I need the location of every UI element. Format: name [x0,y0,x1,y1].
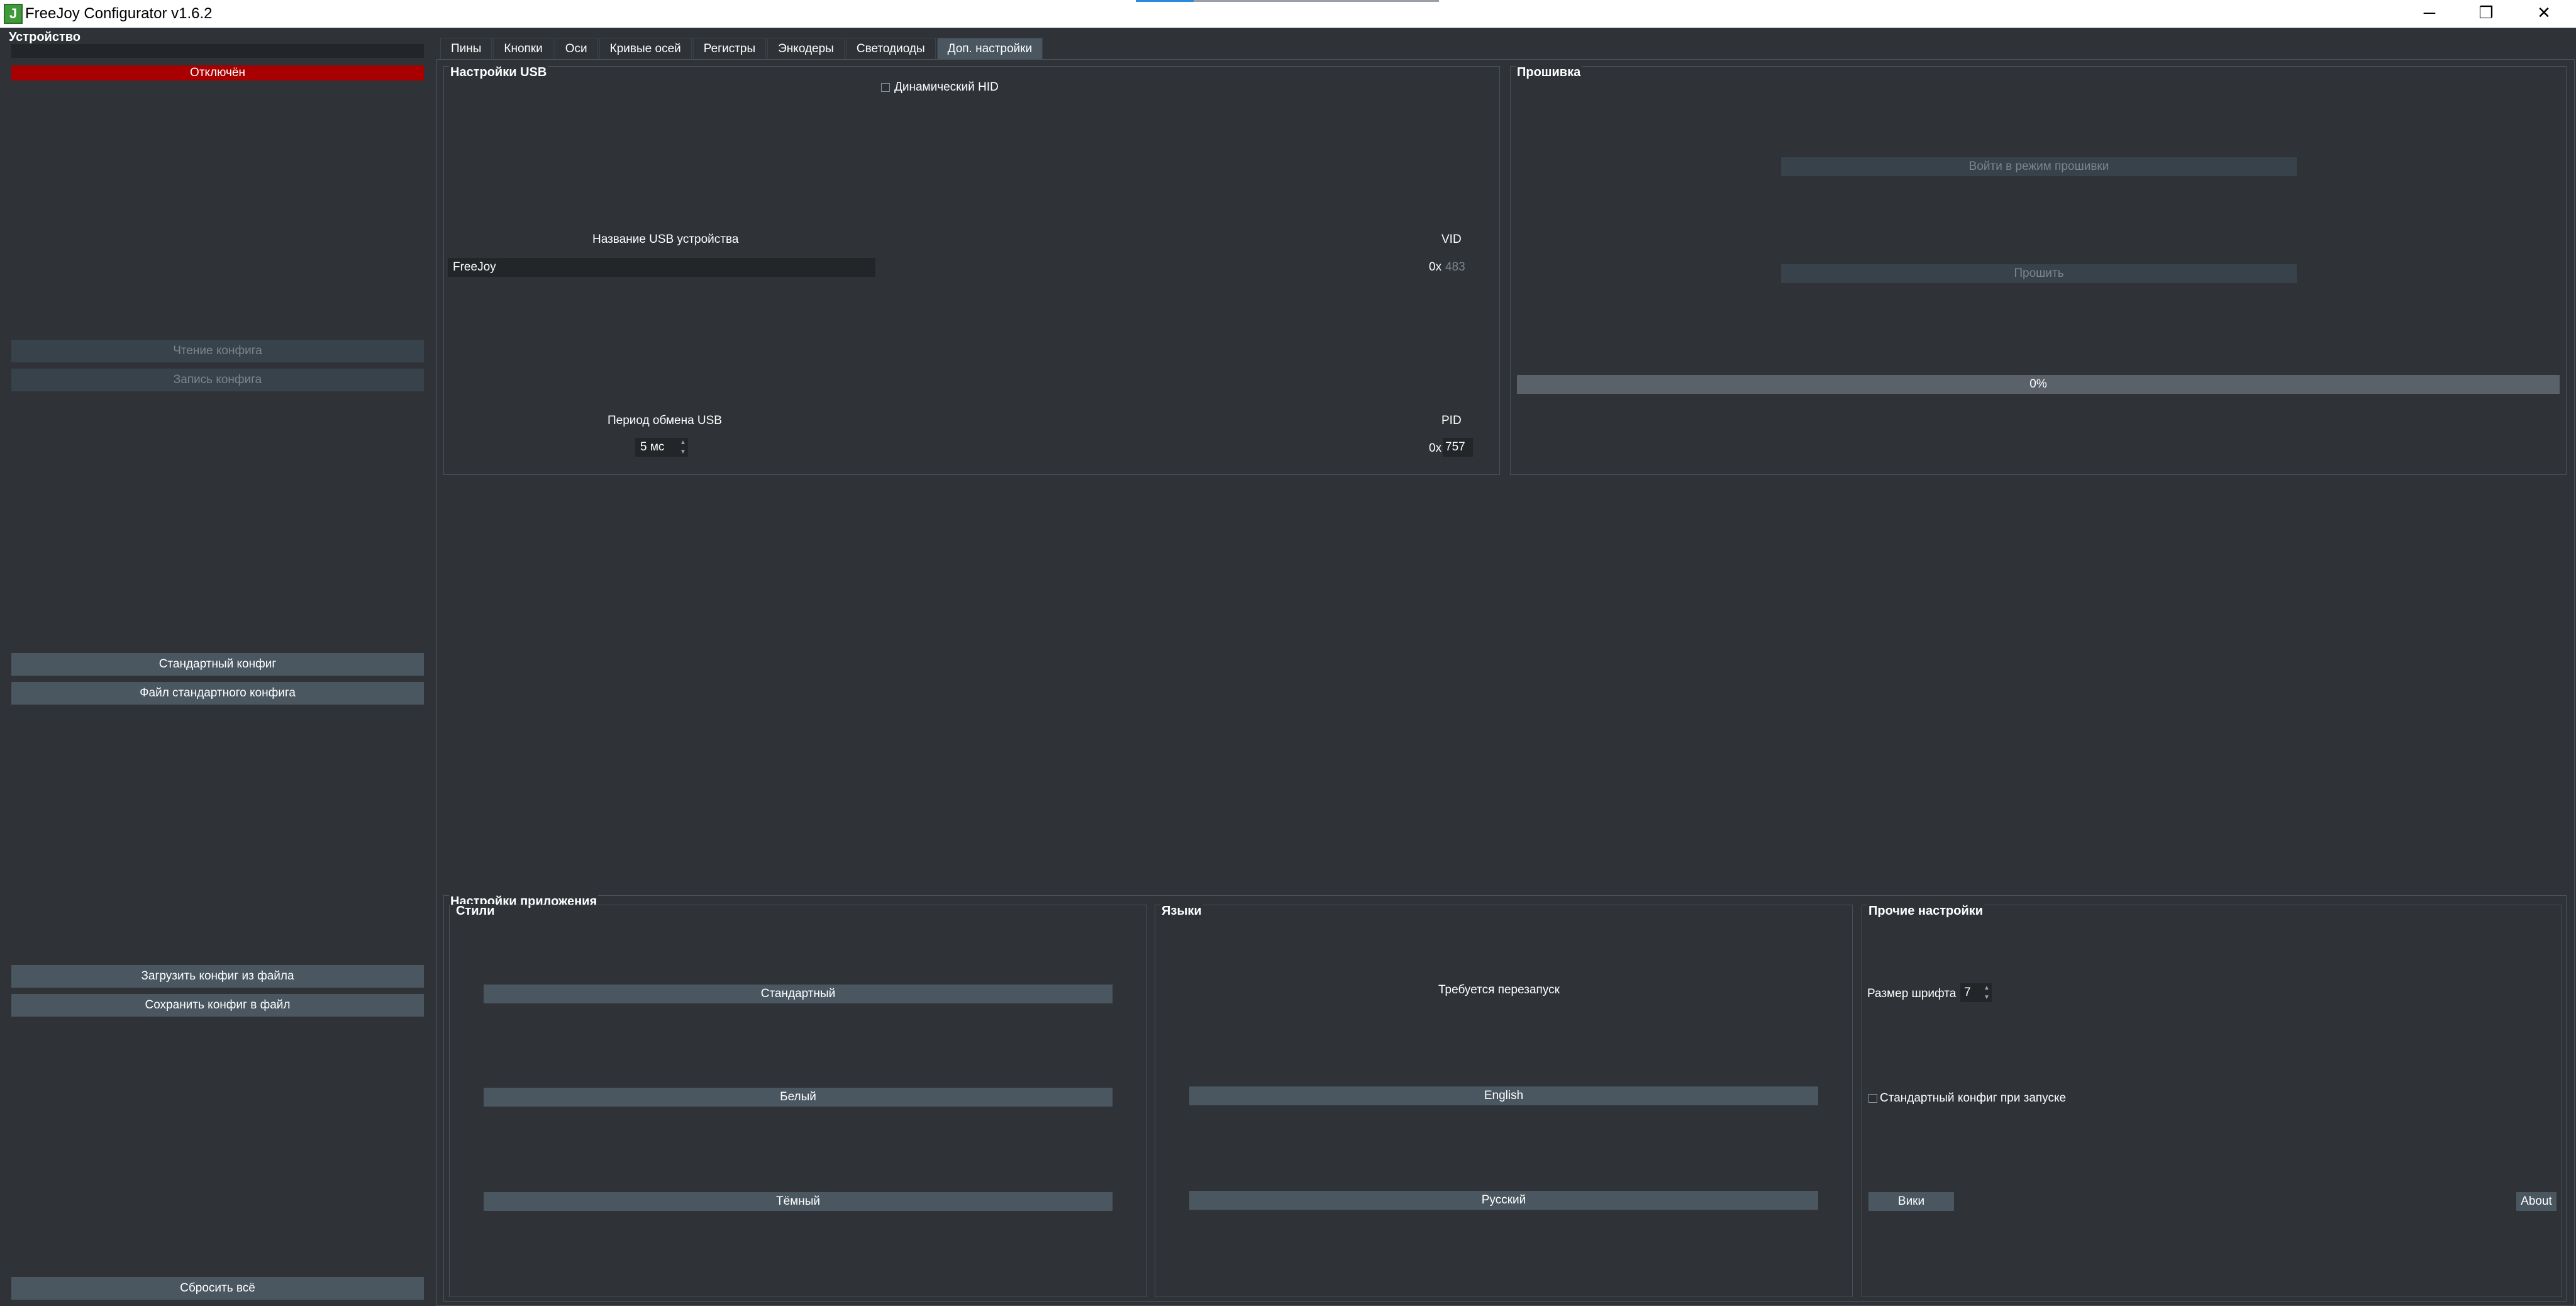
spin-arrows-icon[interactable]: ▲ ▼ [1982,983,1992,1002]
device-panel-title: Устройство [9,30,80,44]
languages-group: Языки Требуется перезапуск English Русск… [1155,904,1853,1297]
load-config-button[interactable]: Загрузить конфиг из файла [11,965,424,988]
usb-period-value: 5 мс [640,440,665,454]
write-config-button[interactable]: Запись конфига [11,369,424,391]
title-bar: J FreeJoy Configurator v1.6.2 ─ ❐ ✕ [0,0,2576,28]
enter-flash-mode-button[interactable]: Войти в режим прошивки [1781,157,2297,176]
window-title: FreeJoy Configurator v1.6.2 [25,5,213,22]
about-button[interactable]: About [2516,1192,2557,1211]
connection-status-badge: Отключён [11,65,424,81]
vid-input[interactable]: 483 [1445,260,1465,274]
tab-registers[interactable]: Регистры [692,38,767,59]
tab-leds[interactable]: Светодиоды [845,38,936,59]
device-name-label: Название USB устройства [592,233,739,246]
freejoy-app-icon: J [4,4,23,24]
font-size-value: 7 [1964,986,1971,999]
tab-advanced-settings[interactable]: Доп. настройки [936,38,1043,59]
flash-button[interactable]: Прошить [1781,264,2297,283]
styles-group: Стили Стандартный Белый Тёмный [449,904,1147,1297]
tab-axes[interactable]: Оси [554,38,598,59]
usb-period-label: Период обмена USB [608,414,722,427]
maximize-button[interactable]: ❐ [2458,0,2514,28]
save-config-button[interactable]: Сохранить конфиг в файл [11,994,424,1017]
pid-label: PID [1441,414,1462,427]
styles-title: Стили [455,904,496,918]
tab-encoders[interactable]: Энкодеры [767,38,845,59]
firmware-title: Прошивка [1516,65,1582,80]
pid-prefix: 0x [1429,442,1442,455]
tab-axis-curves[interactable]: Кривые осей [599,38,692,59]
default-config-file-button[interactable]: Файл стандартного конфига [11,682,424,705]
font-size-label: Размер шрифта [1867,987,1957,1000]
firmware-group: Прошивка Войти в режим прошивки Прошить … [1510,65,2567,475]
languages-title: Языки [1160,904,1203,918]
flash-progress-bar: 0% [1517,375,2560,394]
reset-all-button[interactable]: Сбросить всё [11,1277,424,1300]
close-button[interactable]: ✕ [2516,0,2572,28]
other-settings-group: Прочие настройки Размер шрифта 7 ▲ ▼ Стан… [1862,904,2562,1297]
tab-buttons[interactable]: Кнопки [493,38,553,59]
language-russian-button[interactable]: Русский [1189,1191,1818,1210]
app-settings-group: Настройки приложения Стили Стандартный Б… [443,895,2567,1302]
tab-bar: Пины Кнопки Оси Кривые осей Регистры Энк… [440,38,1044,59]
usb-period-spinbox[interactable]: 5 мс ▲ ▼ [635,438,688,457]
restart-required-label: Требуется перезапуск [1438,983,1560,996]
dynamic-hid-label: Динамический HID [894,81,999,94]
title-progress-bar [1136,0,1439,2]
vid-prefix: 0x [1429,260,1442,274]
other-settings-title: Прочие настройки [1867,904,1985,918]
tab-content: Настройки USB Динамический HID Название … [436,59,2575,1306]
style-white-button[interactable]: Белый [484,1088,1113,1107]
spin-arrows-icon[interactable]: ▲ ▼ [678,438,688,457]
pid-input[interactable]: 757 [1443,438,1473,457]
wiki-button[interactable]: Вики [1868,1192,1954,1211]
dynamic-hid-checkbox[interactable] [881,83,890,92]
usb-settings-group: Настройки USB Динамический HID Название … [443,65,1500,475]
style-standard-button[interactable]: Стандартный [484,985,1113,1003]
device-name-input[interactable]: FreeJoy [448,258,875,277]
minimize-button[interactable]: ─ [2401,0,2458,28]
read-config-button[interactable]: Чтение конфига [11,340,424,362]
tab-pins[interactable]: Пины [440,38,492,59]
font-size-spinbox[interactable]: 7 ▲ ▼ [1960,983,1992,1002]
device-select[interactable] [11,44,424,58]
usb-settings-title: Настройки USB [449,65,548,80]
default-config-button[interactable]: Стандартный конфиг [11,653,424,676]
device-panel: Устройство Отключён Чтение конфига Запис… [8,28,429,1302]
default-on-start-label: Стандартный конфиг при запуске [1880,1091,2067,1105]
style-dark-button[interactable]: Тёмный [484,1192,1113,1211]
vid-label: VID [1441,233,1462,246]
language-english-button[interactable]: English [1189,1086,1818,1105]
default-on-start-checkbox[interactable] [1868,1094,1877,1103]
